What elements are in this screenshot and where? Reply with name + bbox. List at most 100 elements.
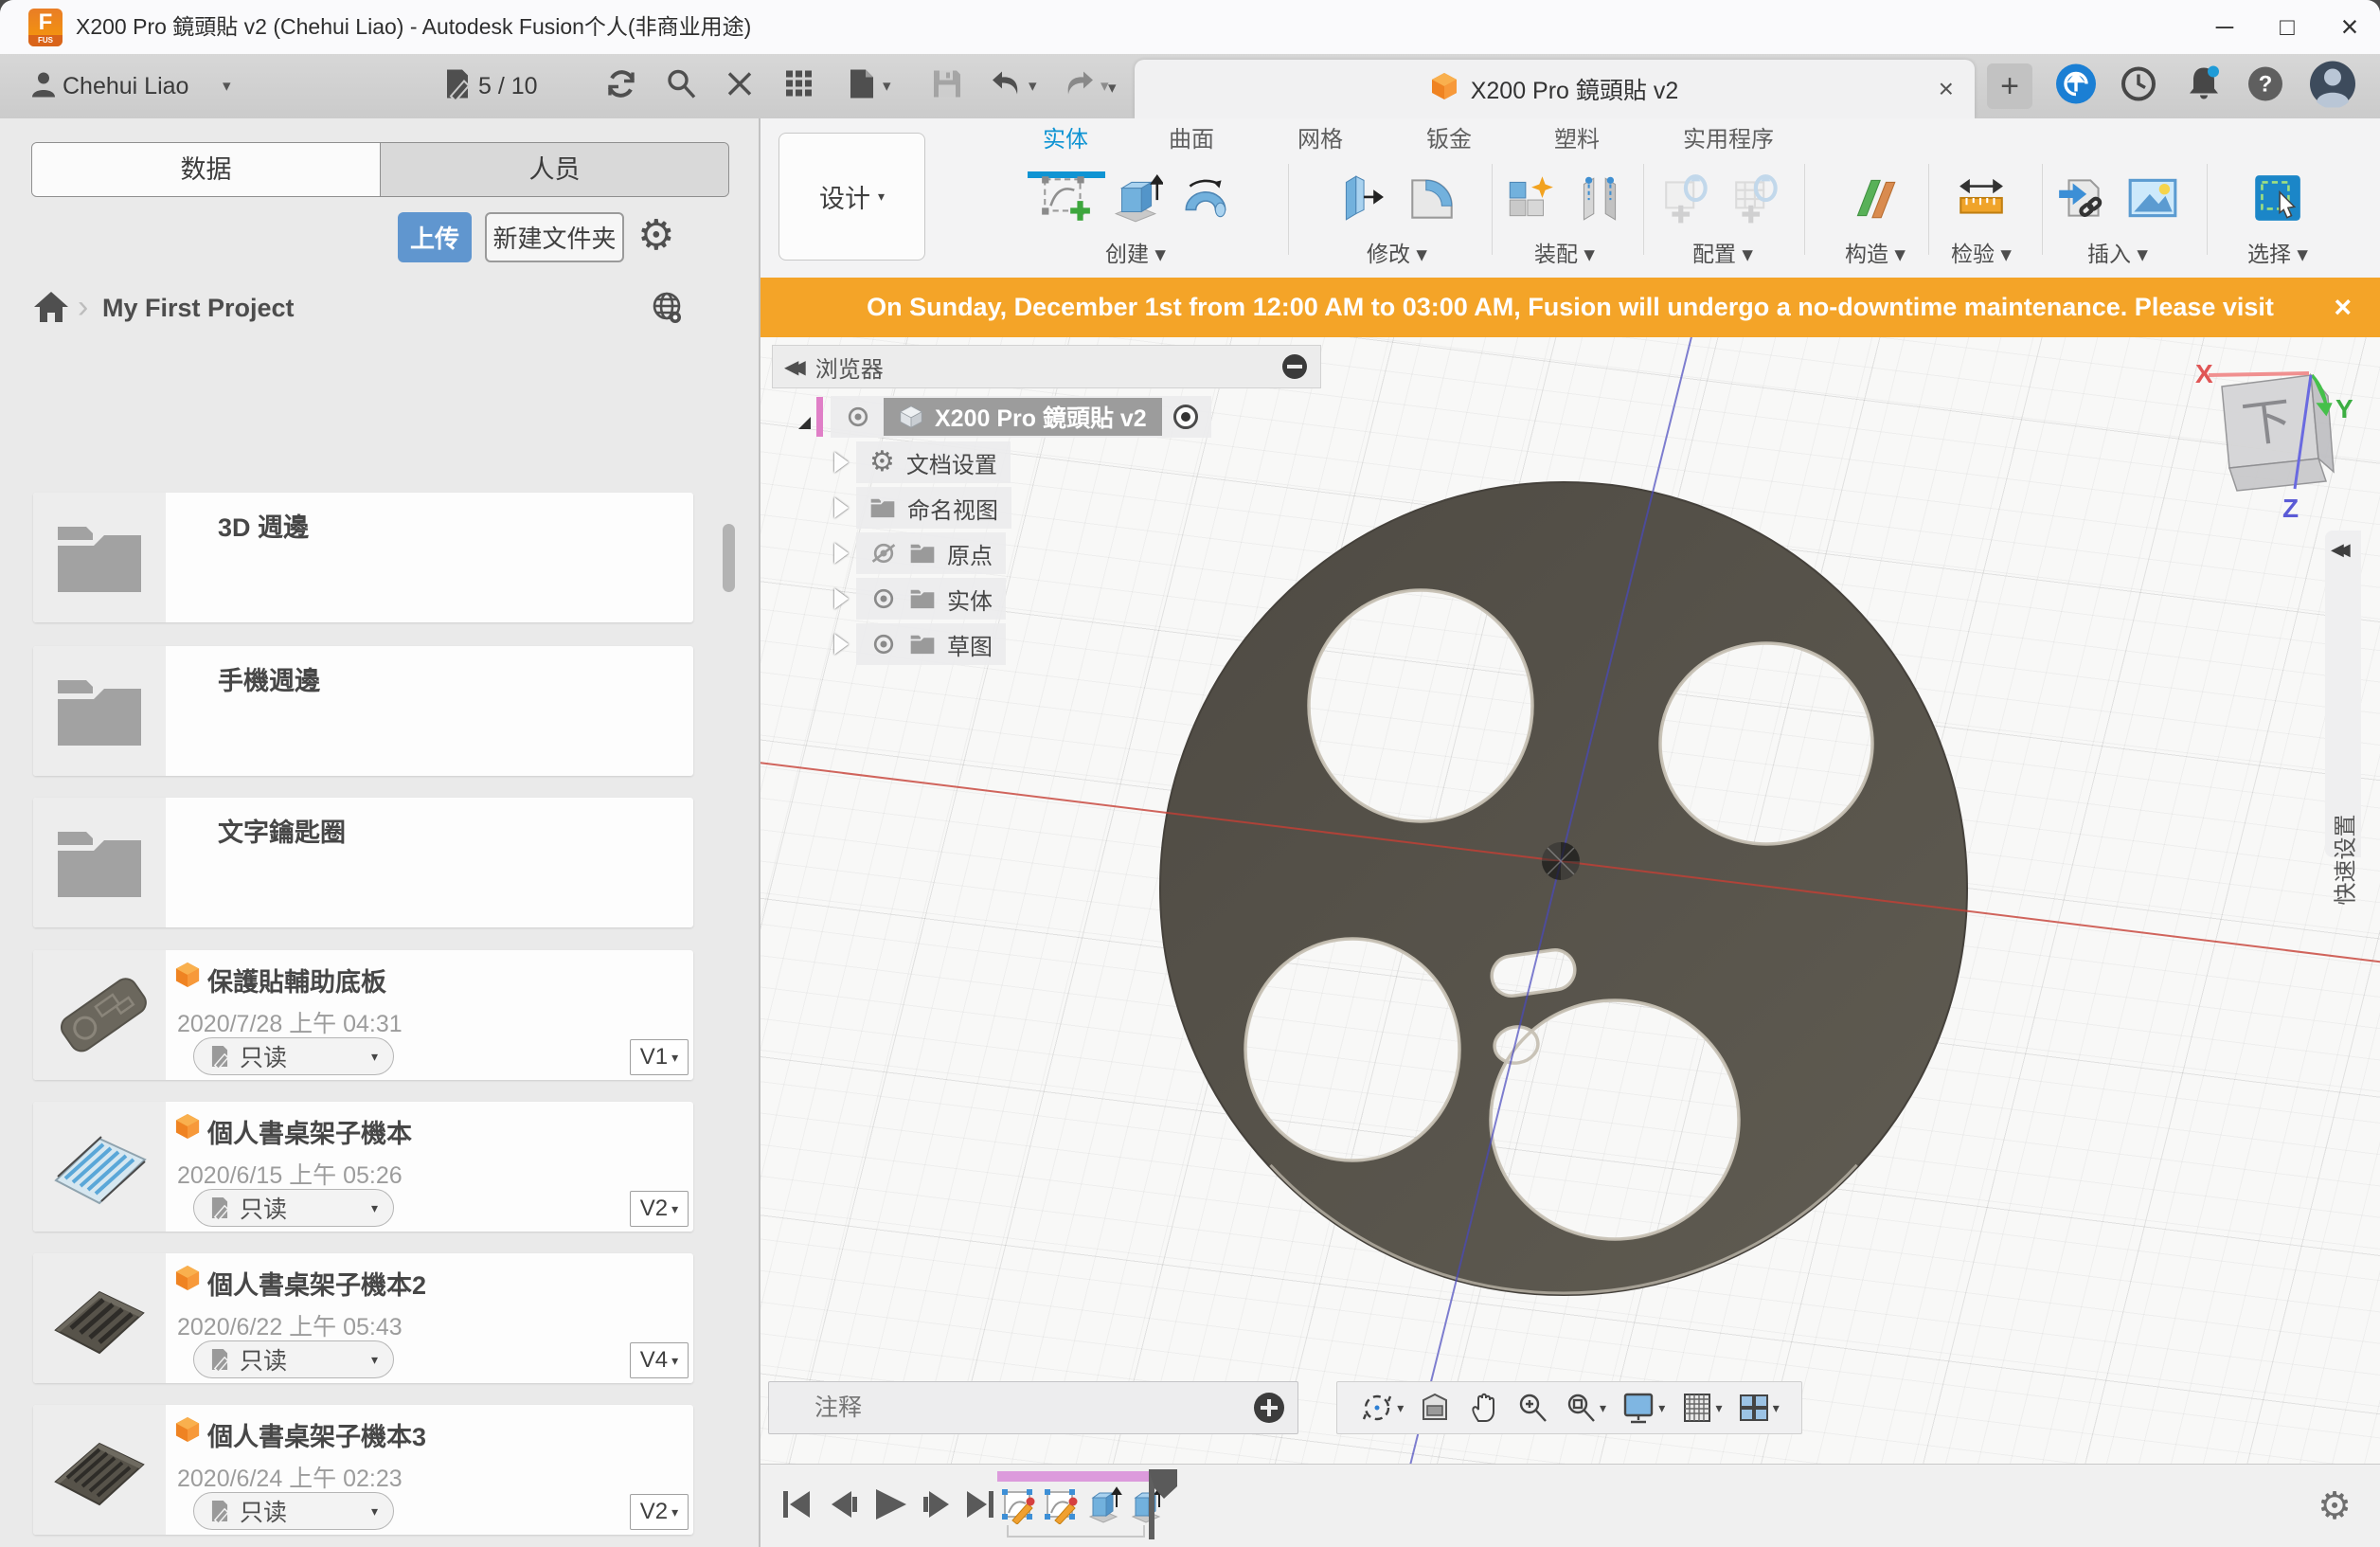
timeline-playhead[interactable] bbox=[1147, 1467, 1185, 1543]
file-new-icon[interactable] bbox=[849, 68, 875, 105]
collapsed-triangle-icon[interactable] bbox=[834, 588, 849, 609]
group-label-construct[interactable]: 构造 ▾ bbox=[1845, 236, 1906, 268]
document-tab-close-icon[interactable]: × bbox=[1939, 60, 1954, 118]
model-viewport[interactable]: ◀◀ 浏览器 X200 Pro 鏡頭貼 v2 bbox=[761, 337, 2380, 1464]
display-chevron-icon[interactable]: ▾ bbox=[1658, 1400, 1665, 1416]
visibility-eye-icon[interactable] bbox=[869, 633, 898, 656]
browser-node-row[interactable]: 草图 bbox=[834, 623, 1006, 665]
minimize-button[interactable]: ─ bbox=[2194, 0, 2255, 53]
maximize-button[interactable]: □ bbox=[2257, 0, 2317, 53]
browser-minimize-icon[interactable] bbox=[1282, 354, 1307, 379]
timeline-sketch-feature[interactable] bbox=[999, 1484, 1037, 1529]
list-item-folder[interactable]: 文字鑰匙圈 bbox=[33, 798, 693, 927]
timeline-step-back-button[interactable] bbox=[825, 1485, 863, 1528]
timeline-selection-range[interactable] bbox=[997, 1471, 1151, 1482]
list-item-file[interactable]: 個人書桌架子機本3 2020/6/24 上午 02:23 只读 ▾ V2 ▾ bbox=[33, 1405, 693, 1535]
redo-icon[interactable] bbox=[1063, 70, 1095, 103]
home-icon[interactable] bbox=[33, 290, 69, 329]
group-label-insert[interactable]: 插入 ▾ bbox=[2055, 236, 2180, 268]
timeline-step-forward-button[interactable] bbox=[918, 1485, 956, 1528]
user-menu-chevron-icon[interactable]: ▾ bbox=[223, 54, 231, 118]
file-access-dropdown[interactable]: 只读 ▾ bbox=[193, 1037, 394, 1075]
select-icon[interactable] bbox=[2250, 171, 2305, 230]
panel-settings-gear-icon[interactable]: ⚙ bbox=[637, 211, 674, 261]
measure-icon[interactable] bbox=[1954, 171, 2009, 230]
new-document-tab-button[interactable]: + bbox=[1987, 63, 2032, 109]
orbit-tool[interactable]: ▾ bbox=[1359, 1390, 1404, 1426]
timeline-extrude-feature[interactable] bbox=[1084, 1484, 1122, 1529]
undo-icon[interactable] bbox=[991, 70, 1023, 103]
fillet-icon[interactable] bbox=[1405, 171, 1459, 230]
group-label-assemble[interactable]: 装配 ▾ bbox=[1502, 236, 1627, 268]
pan-tool[interactable] bbox=[1467, 1391, 1501, 1425]
help-icon[interactable]: ? bbox=[2246, 65, 2284, 108]
file-access-dropdown[interactable]: 只读 ▾ bbox=[193, 1189, 394, 1227]
collapsed-triangle-icon[interactable] bbox=[834, 634, 849, 655]
browser-root-row[interactable]: X200 Pro 鏡頭貼 v2 bbox=[798, 396, 1211, 438]
browser-header[interactable]: ◀◀ 浏览器 bbox=[772, 345, 1321, 388]
document-tab[interactable]: X200 Pro 鏡頭貼 v2 × bbox=[1135, 60, 1975, 118]
profile-avatar[interactable] bbox=[2309, 61, 2356, 113]
grid-chevron-icon[interactable]: ▾ bbox=[1716, 1400, 1723, 1416]
upload-button[interactable]: 上传 bbox=[398, 212, 472, 262]
file-access-dropdown[interactable]: 只读 ▾ bbox=[193, 1492, 394, 1530]
file-new-chevron-icon[interactable]: ▾ bbox=[883, 77, 891, 96]
ribbon-tab-surface[interactable]: 曲面 bbox=[1169, 122, 1214, 158]
list-item-file[interactable]: 個人書桌架子機本2 2020/6/22 上午 05:43 只读 ▾ V4 ▾ bbox=[33, 1253, 693, 1383]
fit-view-tool[interactable]: ▾ bbox=[1564, 1391, 1606, 1425]
root-node-selected[interactable]: X200 Pro 鏡頭貼 v2 bbox=[884, 398, 1162, 436]
close-button[interactable]: × bbox=[2319, 0, 2380, 53]
browser-node-row[interactable]: 命名视图 bbox=[834, 487, 1011, 529]
ribbon-tab-solid[interactable]: 实体 bbox=[1043, 122, 1088, 158]
notifications-bell-icon[interactable] bbox=[2184, 64, 2224, 109]
collapse-panel-icon[interactable]: ◀◀ bbox=[2331, 540, 2344, 560]
group-label-inspect[interactable]: 检验 ▾ bbox=[1951, 236, 2012, 268]
fit-chevron-icon[interactable]: ▾ bbox=[1600, 1400, 1606, 1416]
file-version-dropdown[interactable]: V4 ▾ bbox=[630, 1342, 689, 1378]
visibility-eye-icon[interactable] bbox=[844, 406, 872, 427]
tab-data[interactable]: 数据 bbox=[32, 143, 380, 196]
undo-chevron-icon[interactable]: ▾ bbox=[1029, 77, 1037, 96]
sync-icon[interactable] bbox=[604, 67, 638, 106]
group-label-modify[interactable]: 修改 ▾ bbox=[1334, 236, 1459, 268]
joint-icon[interactable] bbox=[1572, 171, 1627, 230]
app-grid-icon[interactable] bbox=[784, 69, 814, 104]
viewcube-face-label[interactable]: 下 bbox=[2239, 393, 2295, 454]
tab-list-chevron-icon[interactable]: ▾ bbox=[1108, 79, 1117, 98]
project-globe-icon[interactable] bbox=[649, 290, 685, 331]
collapsed-triangle-icon[interactable] bbox=[834, 543, 849, 564]
activate-component-radio[interactable] bbox=[1173, 405, 1198, 429]
extrude-icon[interactable] bbox=[1108, 171, 1163, 230]
tab-people[interactable]: 人员 bbox=[380, 143, 728, 196]
origin-marker[interactable] bbox=[1523, 823, 1599, 899]
file-version-dropdown[interactable]: V2 ▾ bbox=[630, 1494, 689, 1530]
configure-design-icon[interactable] bbox=[1660, 171, 1715, 230]
collapsed-triangle-icon[interactable] bbox=[834, 497, 849, 518]
group-label-select[interactable]: 选择 ▾ bbox=[2247, 236, 2308, 268]
display-settings-tool[interactable]: ▾ bbox=[1620, 1391, 1665, 1425]
list-scrollbar[interactable] bbox=[723, 524, 735, 592]
file-version-dropdown[interactable]: V1 ▾ bbox=[630, 1039, 689, 1075]
file-version-dropdown[interactable]: V2 ▾ bbox=[630, 1191, 689, 1227]
insert-image-icon[interactable] bbox=[2125, 171, 2180, 230]
create-sketch-icon[interactable] bbox=[1038, 171, 1093, 230]
group-label-create[interactable]: 创建 ▾ bbox=[1038, 236, 1233, 268]
ribbon-tab-utilities[interactable]: 实用程序 bbox=[1683, 122, 1774, 158]
expand-triangle-icon[interactable] bbox=[798, 405, 811, 429]
list-item-folder[interactable]: 手機週邊 bbox=[33, 646, 693, 776]
visibility-off-eye-icon[interactable] bbox=[869, 542, 898, 565]
browser-node-row[interactable]: 原点 bbox=[834, 532, 1006, 574]
group-label-configure[interactable]: 配置 ▾ bbox=[1660, 236, 1785, 268]
viewports-chevron-icon[interactable]: ▾ bbox=[1773, 1400, 1780, 1416]
file-access-dropdown[interactable]: 只读 ▾ bbox=[193, 1340, 394, 1378]
list-item-folder[interactable]: 3D 週邊 bbox=[33, 493, 693, 622]
revolve-icon[interactable] bbox=[1178, 171, 1233, 230]
workspace-dropdown[interactable]: 设计 ▾ bbox=[778, 133, 925, 261]
breadcrumb-project-name[interactable]: My First Project bbox=[102, 286, 295, 330]
save-icon[interactable] bbox=[932, 69, 962, 104]
comment-input[interactable] bbox=[769, 1394, 1254, 1423]
banner-close-icon[interactable]: × bbox=[2334, 278, 2352, 337]
ribbon-tab-mesh[interactable]: 网格 bbox=[1297, 122, 1343, 158]
quick-settings-panel-tab[interactable]: ◀◀ 快速设置 bbox=[2325, 531, 2361, 857]
job-status-icon[interactable] bbox=[443, 68, 472, 105]
